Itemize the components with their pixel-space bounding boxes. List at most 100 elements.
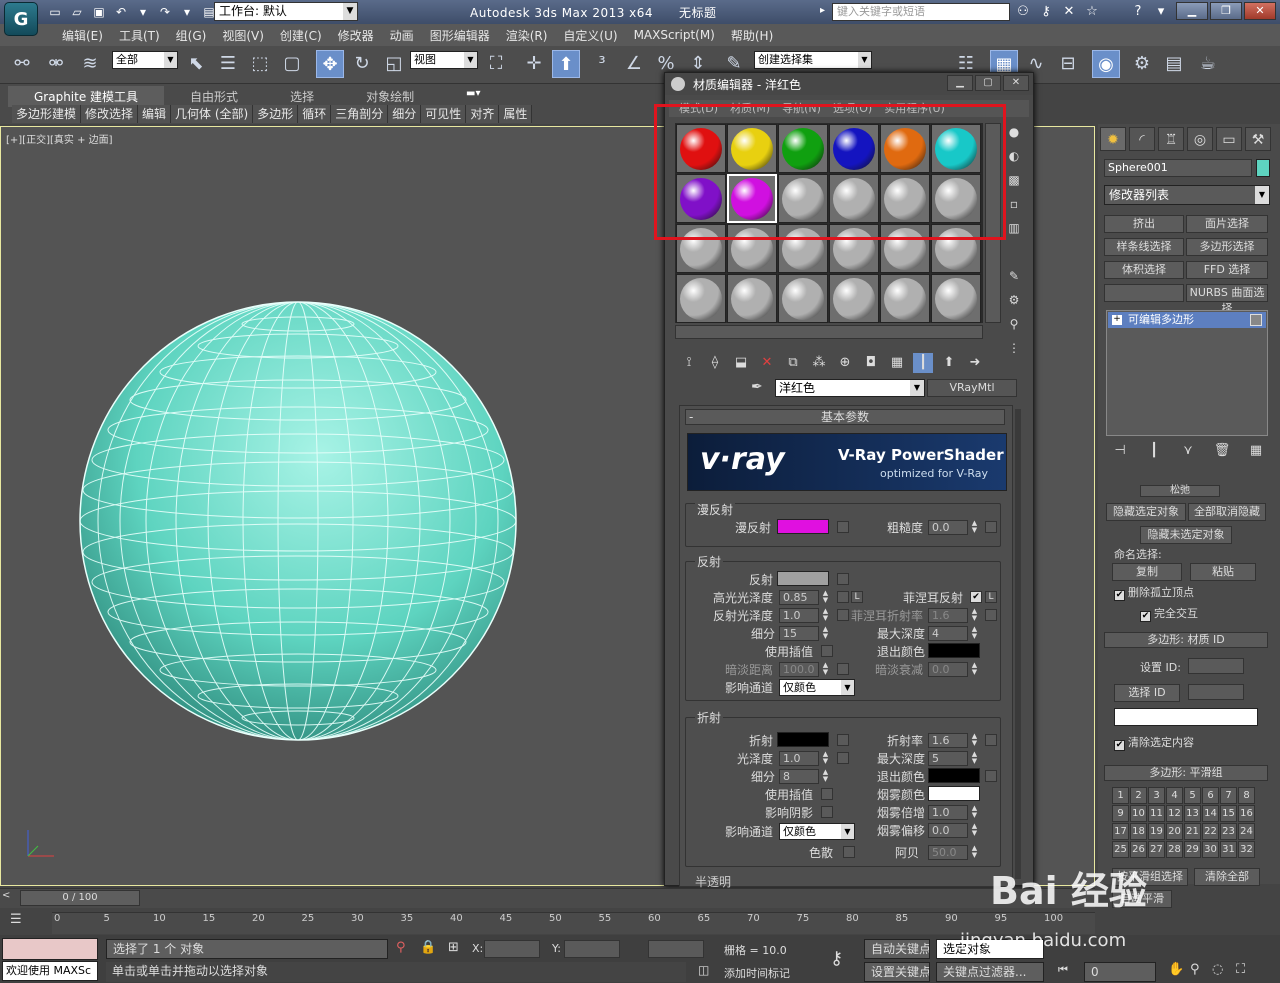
roughness-map-button[interactable] [985, 521, 997, 533]
params-scrollbar[interactable] [1015, 409, 1021, 879]
dim-distance-input[interactable]: 100.0 [779, 662, 819, 677]
modifier-stack[interactable] [1106, 310, 1268, 436]
object-name-input[interactable]: Sphere001 [1104, 159, 1252, 177]
menu-maxscript[interactable]: MAXScript(M) [626, 28, 723, 42]
smooth-group-button[interactable]: 32 [1238, 841, 1255, 858]
configure-sets-icon[interactable]: ▦ [1246, 443, 1266, 461]
pan-view-icon[interactable]: ✋ [1168, 962, 1184, 977]
smooth-group-button[interactable]: 5 [1184, 787, 1201, 804]
x-coord-input[interactable] [484, 940, 540, 958]
reflect-subdiv-input[interactable]: 15 [779, 626, 819, 641]
unlink-icon[interactable]: ⚮ [42, 50, 70, 78]
ribbon-subdivision[interactable]: 细分 [388, 105, 422, 123]
pin-stack-icon[interactable]: ⊣ [1110, 443, 1130, 461]
close-button[interactable]: ✕ [1244, 2, 1276, 20]
copy-button[interactable]: 复制 [1112, 563, 1182, 581]
fog-mult-input[interactable]: 1.0 [928, 805, 968, 820]
material-name-select[interactable] [1114, 708, 1258, 726]
menu-tools[interactable]: 工具(T) [111, 27, 168, 44]
star-icon[interactable]: ☆ [1083, 3, 1101, 21]
show-end-result-icon[interactable]: ┃ [1144, 443, 1164, 461]
sample-slot[interactable] [829, 274, 879, 323]
menu-graph-editors[interactable]: 图形编辑器 [422, 27, 498, 44]
mat-map-navigator-icon[interactable]: ⋮ [1005, 341, 1023, 359]
menu-animation[interactable]: 动画 [382, 27, 422, 44]
redo-icon[interactable]: ↷ [156, 3, 174, 21]
spinner-arrows-icon[interactable]: ▲ ▼ [970, 662, 979, 677]
spinner-arrows-icon[interactable]: ▲ ▼ [821, 751, 830, 766]
ribbon-loops[interactable]: 循环 [298, 105, 332, 123]
add-time-tag-label[interactable]: 添加时间标记 [724, 965, 790, 981]
motion-tab-icon[interactable]: ◎ [1187, 127, 1213, 151]
smooth-group-button[interactable]: 26 [1130, 841, 1147, 858]
refract-exit-color-swatch[interactable] [928, 768, 980, 783]
select-id-button[interactable]: 选择 ID [1114, 684, 1180, 702]
time-slider[interactable]: 0 / 100 [20, 890, 140, 906]
make-unique-icon[interactable]: ⁂ [809, 353, 829, 373]
remove-modifier-icon[interactable]: 🗑 [1212, 443, 1232, 461]
angle-snap-icon[interactable]: ∠ [620, 50, 648, 78]
smooth-group-button[interactable]: 4 [1166, 787, 1183, 804]
render-setup-icon[interactable]: ⚙ [1128, 50, 1156, 78]
put-to-scene-icon[interactable]: ⟠ [705, 353, 725, 373]
ribbon-visibility[interactable]: 可见性 [421, 105, 467, 123]
spinner-arrows-icon[interactable]: ▲ ▼ [821, 590, 830, 605]
dispersion-checkbox[interactable] [843, 846, 855, 858]
copy-material-icon[interactable]: ⧉ [783, 353, 803, 373]
smooth-group-button[interactable]: 24 [1238, 823, 1255, 840]
background-icon[interactable]: ▩ [1005, 173, 1023, 191]
hilight-map-button[interactable] [837, 591, 849, 603]
smooth-group-button[interactable]: 15 [1220, 805, 1237, 822]
smooth-group-button[interactable]: 17 [1112, 823, 1129, 840]
make-unique-icon[interactable]: ⋎ [1178, 443, 1198, 461]
patch-select-button[interactable]: 面片选择 [1186, 215, 1268, 233]
material-name-input[interactable]: 洋红色 ▼ [775, 379, 925, 397]
snap-toggle-icon[interactable]: ³ [588, 50, 616, 78]
relax-button[interactable]: 松弛 [1140, 485, 1220, 497]
render-teapot-icon[interactable]: ☕ [1194, 50, 1222, 78]
new-file-icon[interactable]: ▭ [46, 3, 64, 21]
maxscript-listener[interactable] [2, 938, 98, 960]
reflect-color-swatch[interactable] [777, 571, 829, 586]
select-id-spinner[interactable] [1188, 684, 1244, 700]
zoom-icon[interactable]: ⚲ [1190, 962, 1200, 977]
vol-select-button[interactable]: 体积选择 [1104, 261, 1184, 279]
menu-modifiers[interactable]: 修改器 [330, 27, 382, 44]
smooth-group-button[interactable]: 28 [1166, 841, 1183, 858]
stack-item-edit-poly[interactable]: 可编辑多边形 [1108, 312, 1266, 328]
goto-start-icon[interactable]: ⏮ [1058, 963, 1068, 977]
search-input[interactable]: 键入关键字或短语 [832, 3, 1010, 21]
spinner-arrows-icon[interactable]: ▲ ▼ [821, 626, 830, 641]
fresnel-checkbox[interactable]: ✔ [970, 591, 982, 603]
spinner-arrows-icon[interactable]: ▲ ▼ [821, 608, 830, 623]
expand-plus-icon[interactable]: + [1112, 315, 1122, 325]
uv-tiling-icon[interactable]: ▫ [1005, 197, 1023, 215]
tab-object-paint[interactable]: 对象绘制 [340, 86, 440, 107]
app-logo-icon[interactable]: G [4, 2, 38, 36]
track-bar[interactable]: 0 5 10 15 20 25 30 35 40 45 50 55 60 65 70 75 80 85 90 95 10… [52, 912, 1095, 934]
diffuse-map-button[interactable] [837, 521, 849, 533]
binoculars-icon[interactable]: ⚇ [1014, 3, 1032, 21]
close-button[interactable]: ✕ [1003, 75, 1029, 91]
reflect-affect-select[interactable]: 仅颜色 ▼ [779, 679, 855, 696]
ior-map-button[interactable] [985, 734, 997, 746]
ribbon-tris[interactable]: 三角剖分 [331, 105, 389, 123]
open-file-icon[interactable]: ▱ [68, 3, 86, 21]
smooth-group-button[interactable]: 14 [1202, 805, 1219, 822]
smooth-group-button[interactable]: 9 [1112, 805, 1129, 822]
modify-tab-icon[interactable]: ◜ [1129, 127, 1155, 151]
select-by-name-icon[interactable]: ☰ [214, 50, 242, 78]
eyedropper-icon[interactable]: ✒ [751, 379, 763, 395]
refract-exit-checkbox[interactable] [985, 770, 997, 782]
refract-gloss-map-button[interactable] [837, 752, 849, 764]
save-icon[interactable]: ▣ [90, 3, 108, 21]
poly-select-button[interactable]: 多边形选择 [1186, 238, 1268, 256]
refract-affect-select[interactable]: 仅颜色 ▼ [779, 823, 855, 840]
ribbon-properties[interactable]: 属性 [499, 105, 533, 123]
nurbs-select-button[interactable]: NURBS 曲面选择 [1186, 284, 1268, 315]
reflect-map-button[interactable] [837, 573, 849, 585]
smooth-group-button[interactable]: 16 [1238, 805, 1255, 822]
affect-shadows-checkbox[interactable] [821, 806, 833, 818]
visibility-toggle-icon[interactable] [1250, 314, 1262, 326]
keyboard-shortcut-override-icon[interactable]: ⬆ [552, 50, 580, 78]
